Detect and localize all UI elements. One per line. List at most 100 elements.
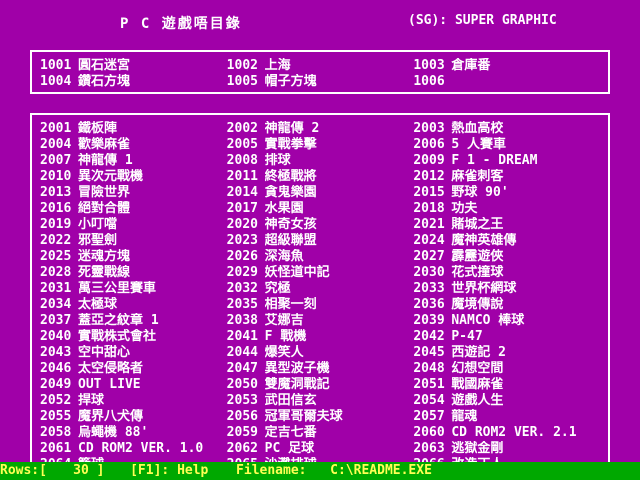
list-row: 2058 烏蠅機 88' 2059 定吉七番 2060 CD ROM2 VER. 2.1	[40, 425, 600, 441]
game-entry[interactable]: 2035 相聚一刻	[227, 297, 414, 313]
game-entry[interactable]: 2018 功夫	[413, 201, 600, 217]
game-entry[interactable]: 2003 熱血高校	[413, 121, 600, 137]
game-title: 野球 90'	[451, 185, 509, 200]
game-number: 2019	[40, 217, 72, 232]
game-entry[interactable]: 2045 西遊記 2	[413, 345, 600, 361]
game-entry[interactable]: 2024 魔神英雄傳	[413, 233, 600, 249]
game-entry[interactable]: 2052 捍球	[40, 393, 227, 409]
game-entry[interactable]: 2010 異次元戰機	[40, 169, 227, 185]
game-entry[interactable]: 2026 深海魚	[227, 249, 414, 265]
game-entry[interactable]: 2048 幻想空間	[413, 361, 600, 377]
game-title: NAMCO 棒球	[451, 313, 525, 328]
game-entry[interactable]: 1003 倉庫番	[413, 58, 600, 74]
game-entry[interactable]: 2053 武田信玄	[227, 393, 414, 409]
game-entry[interactable]: 2027 霹靂遊俠	[413, 249, 600, 265]
game-entry[interactable]: 1005 帽子方塊	[227, 74, 414, 90]
list-row: 2040 實戰株式會社 2041 F 戰機 2042 P-47	[40, 329, 600, 345]
game-entry[interactable]: 2021 賭城之王	[413, 217, 600, 233]
game-title: 捍球	[78, 393, 105, 408]
game-title: 幻想空間	[451, 361, 504, 376]
game-entry[interactable]: 2022 邪聖劍	[40, 233, 227, 249]
game-entry[interactable]: 2047 異型波子機	[227, 361, 414, 377]
game-entry[interactable]: 2046 太空侵略者	[40, 361, 227, 377]
game-entry[interactable]: 2006 5 人賽車	[413, 137, 600, 153]
filename-value[interactable]: C:\README.EXE	[330, 462, 432, 480]
game-entry[interactable]: 2058 烏蠅機 88'	[40, 425, 227, 441]
rows-value[interactable]: 30	[55, 462, 89, 480]
game-entry[interactable]: 2001 鐵板陣	[40, 121, 227, 137]
game-entry[interactable]: 1004 鑽石方塊	[40, 74, 227, 90]
game-entry[interactable]: 2019 小叮噹	[40, 217, 227, 233]
game-entry[interactable]: 2005 實戰拳擊	[227, 137, 414, 153]
game-entry[interactable]: 2028 死靈戰線	[40, 265, 227, 281]
game-entry[interactable]: 2015 野球 90'	[413, 185, 600, 201]
list-row: 2037 蓋亞之紋章 1 2038 艾娜吉 2039 NAMCO 棒球	[40, 313, 600, 329]
game-entry[interactable]: 2051 戰國麻雀	[413, 377, 600, 393]
game-title: 倉庫番	[451, 58, 491, 73]
game-entry[interactable]: 2007 神龍傳 1	[40, 153, 227, 169]
game-entry[interactable]: 1006	[413, 74, 600, 90]
game-entry[interactable]: 2023 超級聯盟	[227, 233, 414, 249]
game-entry[interactable]: 2020 神奇女孩	[227, 217, 414, 233]
game-title: 死靈戰線	[78, 265, 131, 280]
game-title: 神奇女孩	[264, 217, 317, 232]
game-number: 2027	[413, 249, 445, 264]
game-title: 排球	[264, 153, 291, 168]
game-entry[interactable]: 2043 空中甜心	[40, 345, 227, 361]
game-entry[interactable]: 2038 艾娜吉	[227, 313, 414, 329]
game-entry[interactable]: 2049 OUT LIVE	[40, 377, 227, 393]
game-entry[interactable]: 2031 萬三公里賽車	[40, 281, 227, 297]
game-title	[451, 74, 600, 90]
game-entry[interactable]: 2060 CD ROM2 VER. 2.1	[413, 425, 600, 441]
game-title: 深海魚	[264, 249, 304, 264]
game-number: 2022	[40, 233, 72, 248]
list-row: 2019 小叮噹 2020 神奇女孩 2021 賭城之王	[40, 217, 600, 233]
help-hint[interactable]: [F1]: Help	[130, 462, 208, 480]
game-entry[interactable]: 2050 雙魔洞戰記	[227, 377, 414, 393]
game-entry[interactable]: 2033 世界杯網球	[413, 281, 600, 297]
game-entry[interactable]: 2044 爆笑人	[227, 345, 414, 361]
game-entry[interactable]: 2009 F 1 - DREAM	[413, 153, 600, 169]
game-entry[interactable]: 2013 冒險世界	[40, 185, 227, 201]
header: P C 遊戲唔目錄 (SG): SUPER GRAPHIC	[0, 10, 640, 34]
game-entry[interactable]: 1002 上海	[227, 58, 414, 74]
game-entry[interactable]: 2042 P-47	[413, 329, 600, 345]
game-entry[interactable]: 2036 魔境傳說	[413, 297, 600, 313]
game-entry[interactable]: 2041 F 戰機	[227, 329, 414, 345]
game-entry[interactable]: 2012 麻雀刺客	[413, 169, 600, 185]
game-number: 1002	[226, 58, 258, 73]
game-entry[interactable]: 2029 妖怪道中記	[227, 265, 414, 281]
game-number: 2054	[413, 393, 445, 408]
game-entry[interactable]: 2059 定吉七番	[227, 425, 414, 441]
game-entry[interactable]: 2025 迷魂方塊	[40, 249, 227, 265]
list-row: 2049 OUT LIVE 2050 雙魔洞戰記 2051 戰國麻雀	[40, 377, 600, 393]
game-entry[interactable]: 2017 水果園	[227, 201, 414, 217]
game-entry[interactable]: 2004 歡樂麻雀	[40, 137, 227, 153]
list-row: 2031 萬三公里賽車 2032 究極 2033 世界杯網球	[40, 281, 600, 297]
game-entry[interactable]: 2002 神龍傳 2	[227, 121, 414, 137]
game-entry[interactable]: 2008 排球	[227, 153, 414, 169]
game-entry[interactable]: 2055 魔界八犬傳	[40, 409, 227, 425]
game-entry[interactable]: 2032 究極	[227, 281, 414, 297]
game-entry[interactable]: 2014 貪鬼樂園	[227, 185, 414, 201]
list-row: 2007 神龍傳 1 2008 排球 2009 F 1 - DREAM	[40, 153, 600, 169]
game-entry[interactable]: 2061 CD ROM2 VER. 1.0	[40, 441, 227, 457]
game-entry[interactable]: 2039 NAMCO 棒球	[413, 313, 600, 329]
game-entry[interactable]: 2037 蓋亞之紋章 1	[40, 313, 227, 329]
game-entry[interactable]: 2040 實戰株式會社	[40, 329, 227, 345]
game-entry[interactable]: 2056 冠軍哥爾夫球	[227, 409, 414, 425]
game-entry[interactable]: 2054 遊戲人生	[413, 393, 600, 409]
game-entry[interactable]: 2016 絕對合體	[40, 201, 227, 217]
game-entry[interactable]: 2062 PC 足球	[227, 441, 414, 457]
game-entry[interactable]: 2034 太極球	[40, 297, 227, 313]
game-title: 實戰拳擊	[264, 137, 317, 152]
game-number: 2017	[226, 201, 258, 216]
game-entry[interactable]: 2011 終極戰將	[227, 169, 414, 185]
game-entry[interactable]: 2063 逃獄金剛	[413, 441, 600, 457]
game-title: 5 人賽車	[451, 137, 506, 152]
game-title: 相聚一刻	[264, 297, 317, 312]
game-entry[interactable]: 1001 圓石迷宮	[40, 58, 227, 74]
game-entry[interactable]: 2057 龍魂	[413, 409, 600, 425]
game-entry[interactable]: 2030 花式撞球	[413, 265, 600, 281]
game-number: 2034	[40, 297, 72, 312]
